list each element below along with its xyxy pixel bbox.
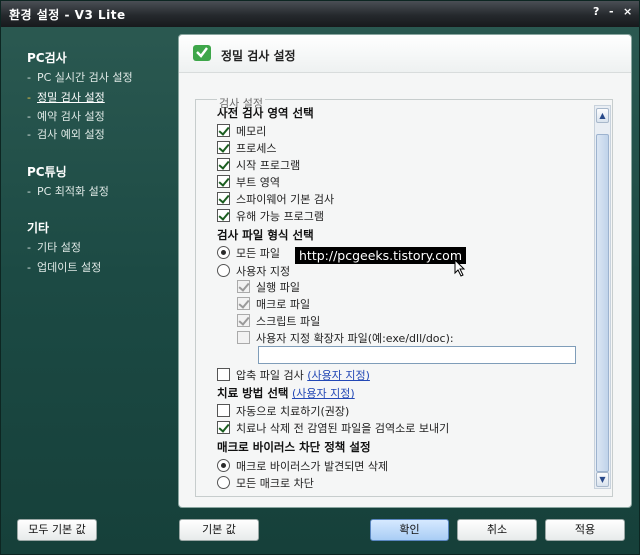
checkbox-box[interactable]	[217, 158, 230, 171]
checkbox-startup-program[interactable]: 시작 프로그램	[217, 157, 300, 173]
cure-custom-link[interactable]: (사용자 지정)	[292, 387, 355, 400]
radio-button[interactable]	[217, 476, 230, 489]
checkbox-box[interactable]	[217, 421, 230, 434]
sidebar-item-scheduled-scan[interactable]: - 예약 검사 설정	[27, 108, 105, 124]
cancel-button[interactable]: 취소	[457, 519, 537, 541]
apply-button[interactable]: 적용	[545, 519, 625, 541]
watermark-url: http://pcgeeks.tistory.com	[295, 247, 467, 264]
scroll-down-icon[interactable]: ▼	[596, 472, 609, 487]
sidebar-item-scan-exclusion[interactable]: - 검사 예외 설정	[27, 126, 105, 142]
help-button[interactable]: ?	[593, 5, 599, 18]
vertical-scrollbar[interactable]: ▲ ▼	[594, 105, 611, 489]
panel-header: 정밀 검사 설정	[179, 35, 631, 73]
checkbox-executable-files[interactable]: 실행 파일	[237, 279, 300, 295]
scroll-thumb[interactable]	[596, 134, 609, 472]
checkbox-auto-cure[interactable]: 자동으로 치료하기(권장)	[217, 403, 349, 419]
sidebar-item-update-settings[interactable]: - 업데이트 설정	[27, 259, 101, 275]
section-title-cure: 치료 방법 선택	[217, 386, 289, 400]
category-etc: 기타	[27, 221, 50, 235]
title-bar: 환경 설정 - V3 Lite ? - ×	[1, 1, 639, 27]
checkbox-box[interactable]	[217, 192, 230, 205]
radio-all-files[interactable]: 모든 파일	[217, 245, 280, 261]
radio-button[interactable]	[217, 246, 230, 259]
radio-macro-block-all[interactable]: 모든 매크로 차단	[217, 475, 314, 491]
checkbox-process[interactable]: 프로세스	[217, 140, 276, 156]
section-title-macro: 매크로 바이러스 차단 정책 설정	[217, 440, 371, 454]
mouse-cursor-icon	[454, 259, 466, 277]
radio-button[interactable]	[217, 459, 230, 472]
window-title: 환경 설정 - V3 Lite	[9, 8, 126, 22]
checkbox-boot-area[interactable]: 부트 영역	[217, 174, 280, 190]
checkbox-script-files[interactable]: 스크립트 파일	[237, 313, 320, 329]
sidebar-item-pc-optimize[interactable]: - PC 최적화 설정	[27, 183, 109, 199]
category-pc-scan: PC검사	[27, 51, 67, 65]
section-title-file-format: 검사 파일 형식 선택	[217, 228, 314, 242]
reset-all-button[interactable]: 모두 기본 값	[17, 519, 97, 541]
checkbox-box[interactable]	[237, 297, 250, 310]
category-pc-tuning: PC튜닝	[27, 165, 67, 179]
section-title-scan-area: 사전 검사 영역 선택	[217, 106, 314, 120]
checkbox-quarantine[interactable]: 치료나 삭제 전 감염된 파일을 검역소로 보내기	[217, 420, 449, 436]
checkbox-memory[interactable]: 메모리	[217, 123, 266, 139]
checkbox-box[interactable]	[217, 124, 230, 137]
checkbox-box[interactable]	[217, 209, 230, 222]
checkbox-box[interactable]	[237, 314, 250, 327]
extension-input[interactable]	[258, 346, 576, 364]
cure-section-header: 치료 방법 선택 (사용자 지정)	[217, 385, 355, 401]
sidebar-item-precision-scan[interactable]: - 정밀 검사 설정	[27, 89, 105, 105]
checkbox-box[interactable]	[217, 141, 230, 154]
panel-title: 정밀 검사 설정	[221, 49, 296, 63]
check-icon	[193, 45, 211, 61]
close-button[interactable]: ×	[623, 5, 632, 18]
checkbox-compressed-scan[interactable]: 압축 파일 검사 (사용자 지정)	[217, 367, 370, 383]
compressed-custom-link[interactable]: (사용자 지정)	[307, 369, 370, 382]
checkbox-box[interactable]	[217, 404, 230, 417]
sidebar-item-realtime-scan[interactable]: - PC 실시간 검사 설정	[27, 69, 133, 85]
checkbox-box[interactable]	[217, 368, 230, 381]
settings-window: 환경 설정 - V3 Lite ? - × PC검사 - PC 실시간 검사 설정…	[0, 0, 640, 555]
minimize-button[interactable]: -	[609, 5, 614, 18]
radio-user-defined[interactable]: 사용자 지정	[217, 263, 290, 279]
radio-macro-delete[interactable]: 매크로 바이러스가 발견되면 삭제	[217, 458, 388, 474]
checkbox-macro-files[interactable]: 매크로 파일	[237, 296, 310, 312]
reset-button[interactable]: 기본 값	[179, 519, 259, 541]
radio-button[interactable]	[217, 264, 230, 277]
sidebar-item-etc-settings[interactable]: - 기타 설정	[27, 239, 81, 255]
checkbox-box[interactable]	[217, 175, 230, 188]
checkbox-spyware-scan[interactable]: 스파이웨어 기본 검사	[217, 191, 334, 207]
checkbox-box[interactable]	[237, 280, 250, 293]
checkbox-box[interactable]	[237, 331, 250, 344]
ok-button[interactable]: 확인	[370, 519, 449, 541]
checkbox-custom-extension[interactable]: 사용자 지정 확장자 파일(예:exe/dll/doc):	[237, 330, 454, 346]
scroll-up-icon[interactable]: ▲	[596, 108, 609, 123]
checkbox-potentially-harmful[interactable]: 유해 가능 프로그램	[217, 208, 324, 224]
